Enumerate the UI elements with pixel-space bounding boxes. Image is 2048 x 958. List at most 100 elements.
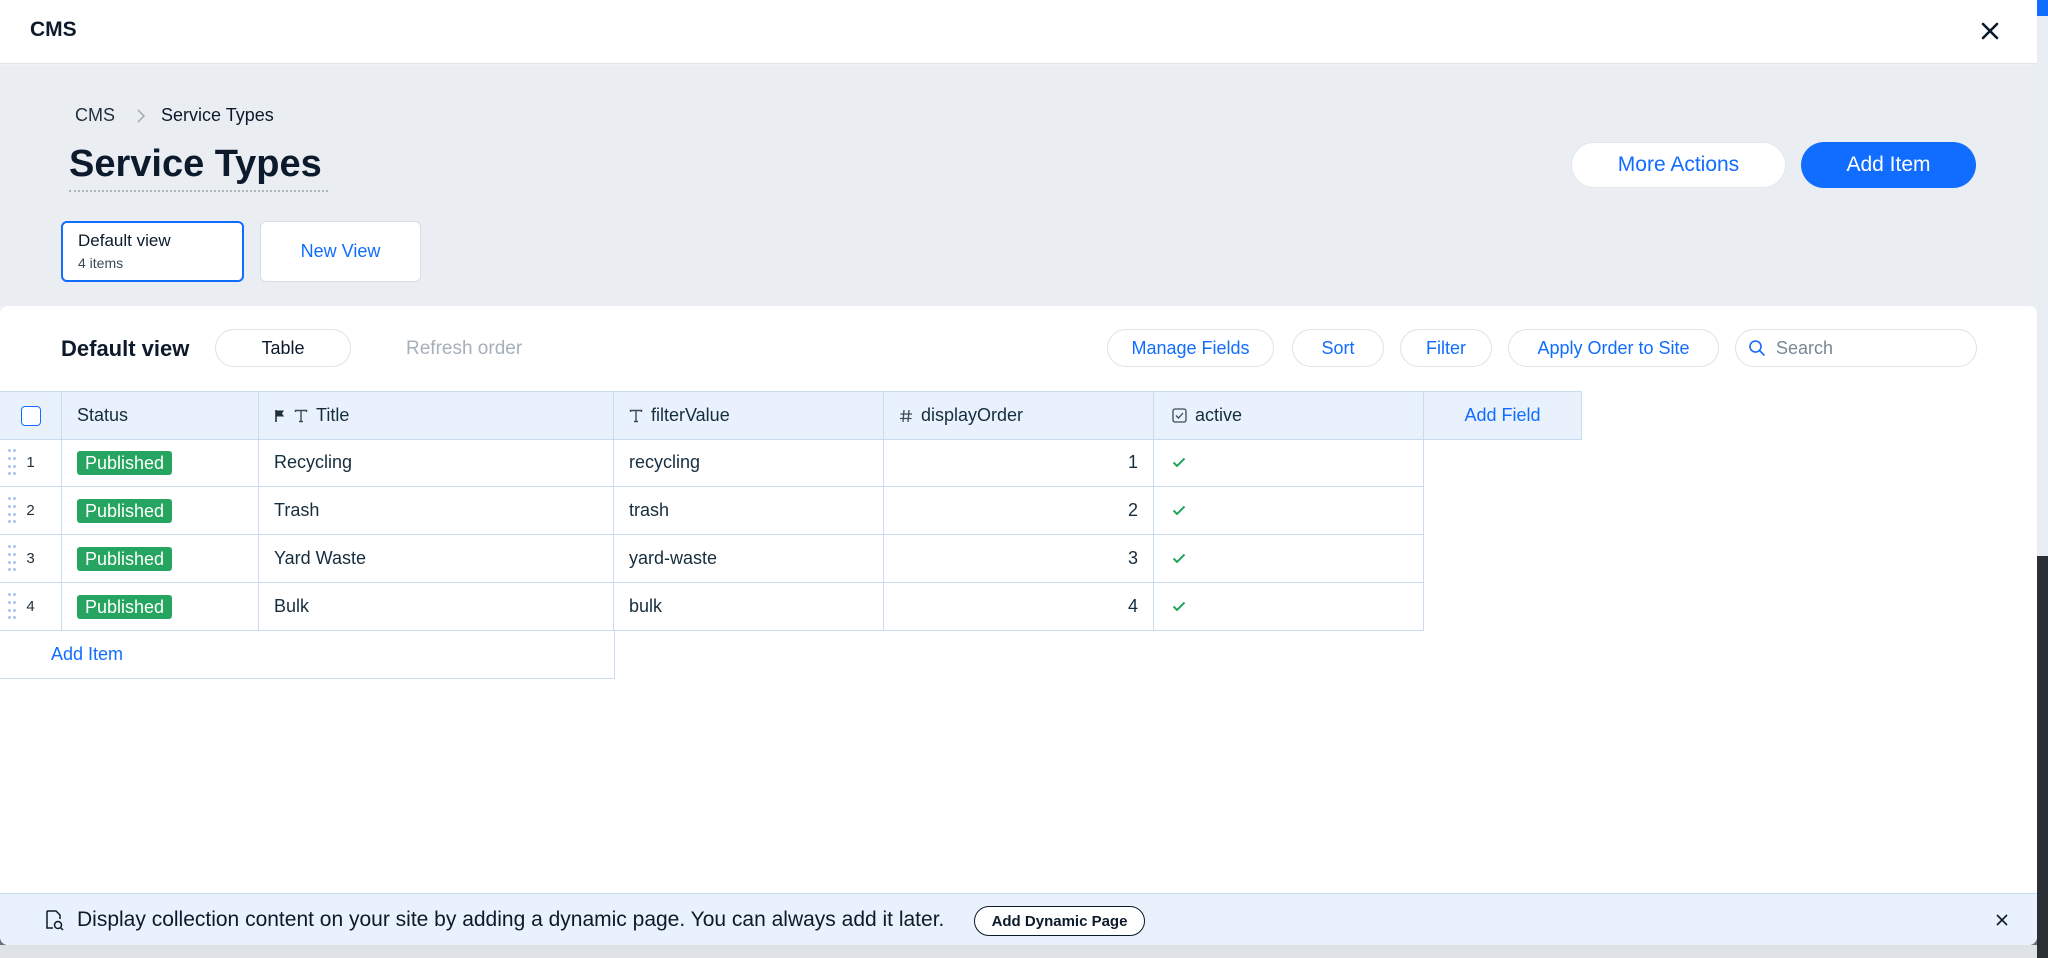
row-number: 1 (26, 454, 35, 471)
drag-handle-icon[interactable] (8, 545, 16, 573)
new-view-button[interactable]: New View (260, 221, 421, 282)
row-number: 2 (26, 502, 35, 519)
banner-close-button[interactable] (1992, 910, 2012, 930)
hash-icon (899, 409, 913, 423)
row-number-cell: 2 (0, 487, 62, 535)
refresh-order-button[interactable]: Refresh order (406, 338, 522, 360)
filter-button[interactable]: Filter (1400, 329, 1492, 367)
displayorder-cell[interactable]: 2 (884, 487, 1154, 535)
breadcrumb: CMS Service Types (75, 105, 274, 126)
row-number-cell: 1 (0, 439, 62, 487)
status-cell[interactable]: Published (62, 583, 259, 631)
search-input[interactable] (1776, 337, 1966, 359)
table-toolbar: Default view Table Refresh order Manage … (0, 306, 2037, 391)
filtervalue-cell[interactable]: trash (614, 487, 884, 535)
column-label: filterValue (651, 405, 730, 425)
title-cell[interactable]: Yard Waste (259, 535, 614, 583)
title-cell[interactable]: Bulk (259, 583, 614, 631)
filtervalue-cell[interactable]: bulk (614, 583, 884, 631)
displayorder-cell[interactable]: 4 (884, 583, 1154, 631)
column-label: active (1195, 405, 1243, 425)
drag-handle-icon[interactable] (8, 449, 16, 477)
column-header-title[interactable]: Title (259, 392, 614, 440)
table-row[interactable]: 1 Published Recycling recycling 1 (0, 439, 1424, 487)
column-label: Title (316, 405, 350, 425)
row-number-cell: 4 (0, 583, 62, 631)
column-header-displayorder[interactable]: displayOrder (884, 392, 1154, 440)
search-icon (1749, 340, 1765, 356)
table-row[interactable]: 4 Published Bulk bulk 4 (0, 583, 1424, 631)
background-bottom (0, 945, 2037, 958)
status-badge: Published (77, 546, 173, 571)
column-header-active[interactable]: active (1154, 392, 1424, 440)
text-icon (629, 409, 643, 423)
active-cell[interactable] (1154, 487, 1424, 535)
status-badge: Published (77, 450, 173, 475)
page-icon (44, 909, 64, 936)
close-icon (1996, 914, 2008, 926)
manage-fields-button[interactable]: Manage Fields (1107, 329, 1274, 367)
row-number: 3 (26, 550, 35, 567)
active-cell[interactable] (1154, 583, 1424, 631)
add-dynamic-page-button[interactable]: Add Dynamic Page (974, 906, 1145, 936)
table-panel: Default view Table Refresh order Manage … (0, 306, 2037, 893)
cms-modal: CMS CMS Service Types Service Types More… (0, 0, 2037, 945)
modal-topbar: CMS (0, 0, 2037, 64)
close-icon (1981, 22, 1999, 40)
drag-handle-icon[interactable] (8, 593, 16, 621)
breadcrumb-current: Service Types (161, 105, 274, 125)
text-icon (294, 409, 308, 423)
add-item-row-button[interactable]: Add Item (0, 631, 615, 679)
active-cell[interactable] (1154, 439, 1424, 487)
close-button[interactable] (1973, 14, 2007, 48)
search-box[interactable] (1735, 329, 1977, 367)
checkbox-icon (1172, 408, 1187, 423)
filtervalue-cell[interactable]: recycling (614, 439, 884, 487)
banner-text: Display collection content on your site … (77, 908, 945, 931)
title-cell[interactable]: Trash (259, 487, 614, 535)
status-cell[interactable]: Published (62, 535, 259, 583)
more-actions-button[interactable]: More Actions (1571, 142, 1786, 188)
drag-handle-icon[interactable] (8, 497, 16, 525)
page-title[interactable]: Service Types (69, 143, 328, 192)
status-badge: Published (77, 498, 173, 523)
table-header-row: Status Title filterValue displayOrder ac… (0, 391, 1582, 440)
add-item-button[interactable]: Add Item (1801, 142, 1976, 188)
check-icon (1172, 505, 1186, 516)
active-cell[interactable] (1154, 535, 1424, 583)
row-number: 4 (26, 598, 35, 615)
status-cell[interactable]: Published (62, 439, 259, 487)
header-select-cell (0, 392, 62, 440)
select-all-checkbox[interactable] (20, 405, 41, 426)
current-view-title: Default view (61, 336, 190, 361)
chevron-right-icon (137, 109, 145, 123)
check-icon (1172, 553, 1186, 564)
view-card-default[interactable]: Default view 4 items (61, 221, 244, 282)
row-number-cell: 3 (0, 535, 62, 583)
column-header-filtervalue[interactable]: filterValue (614, 392, 884, 440)
background-edge (2037, 0, 2048, 958)
table-row[interactable]: 3 Published Yard Waste yard-waste 3 (0, 535, 1424, 583)
status-badge: Published (77, 594, 173, 619)
title-cell[interactable]: Recycling (259, 439, 614, 487)
collection-header: CMS Service Types Service Types More Act… (0, 65, 2037, 306)
modal-title: CMS (30, 18, 77, 41)
apply-order-button[interactable]: Apply Order to Site (1508, 329, 1719, 367)
filtervalue-cell[interactable]: yard-waste (614, 535, 884, 583)
column-header-status[interactable]: Status (62, 392, 259, 440)
column-label: Status (77, 405, 129, 425)
dynamic-page-banner: Display collection content on your site … (0, 893, 2037, 945)
column-label: displayOrder (921, 405, 1024, 425)
breadcrumb-cms-link[interactable]: CMS (75, 105, 115, 126)
add-field-button[interactable]: Add Field (1424, 392, 1582, 440)
view-name: Default view (78, 231, 171, 250)
displayorder-cell[interactable]: 3 (884, 535, 1154, 583)
table-row[interactable]: 2 Published Trash trash 2 (0, 487, 1424, 535)
check-icon (1172, 601, 1186, 612)
view-item-count: 4 items (78, 255, 124, 271)
check-icon (1172, 457, 1186, 468)
status-cell[interactable]: Published (62, 487, 259, 535)
sort-button[interactable]: Sort (1292, 329, 1384, 367)
displayorder-cell[interactable]: 1 (884, 439, 1154, 487)
layout-toggle[interactable]: Table (215, 329, 351, 367)
